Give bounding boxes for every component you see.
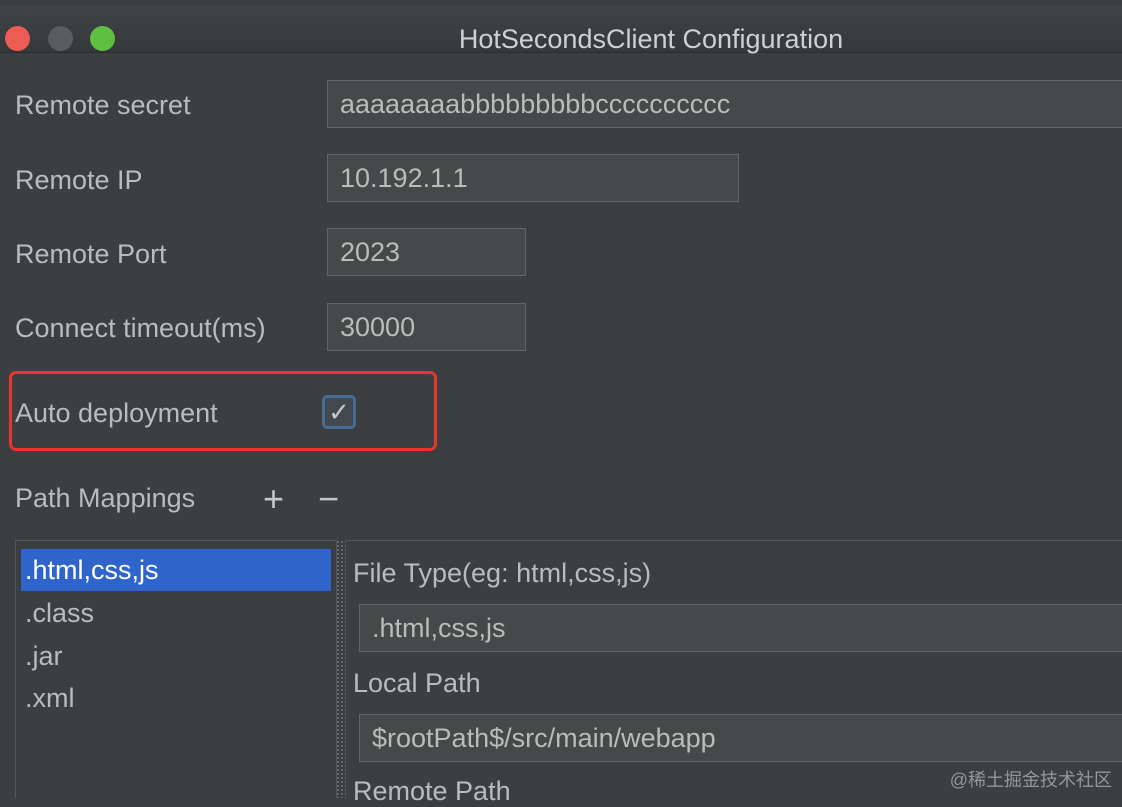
add-mapping-button[interactable]: +: [263, 481, 284, 517]
list-item-xml[interactable]: .xml: [21, 677, 331, 719]
path-mappings-list: .html,css,js .class .jar .xml: [15, 540, 337, 798]
list-item-html-css-js[interactable]: .html,css,js: [21, 549, 331, 591]
highlight-annotation-box: [9, 371, 437, 451]
file-type-field[interactable]: .html,css,js: [359, 604, 1122, 652]
remote-ip-field[interactable]: 10.192.1.1: [327, 154, 739, 202]
window-title: HotSecondsClient Configuration: [458, 24, 844, 54]
connect-timeout-field[interactable]: 30000: [327, 303, 526, 351]
path-mappings-title: Path Mappings: [15, 483, 196, 513]
remote-secret-field[interactable]: aaaaaaaabbbbbbbbbcccccccccc: [327, 80, 1122, 128]
remote-port-label: Remote Port: [15, 239, 167, 269]
remote-path-label: Remote Path: [353, 776, 511, 806]
connect-timeout-label: Connect timeout(ms): [15, 313, 266, 343]
splitter-handle[interactable]: [336, 540, 346, 798]
remote-port-field[interactable]: 2023: [327, 228, 526, 276]
remote-ip-label: Remote IP: [15, 165, 143, 195]
list-item-jar[interactable]: .jar: [21, 635, 331, 677]
file-type-label: File Type(eg: html,css,js): [353, 558, 652, 588]
remove-mapping-button[interactable]: −: [318, 481, 339, 517]
local-path-label: Local Path: [353, 668, 481, 698]
watermark-text: @稀土掘金技术社区: [949, 770, 1112, 790]
remote-secret-label: Remote secret: [15, 90, 191, 120]
local-path-field[interactable]: $rootPath$/src/main/webapp: [359, 714, 1122, 762]
list-item-class[interactable]: .class: [21, 592, 331, 634]
window-titlebar: HotSecondsClient Configuration: [0, 6, 1122, 54]
